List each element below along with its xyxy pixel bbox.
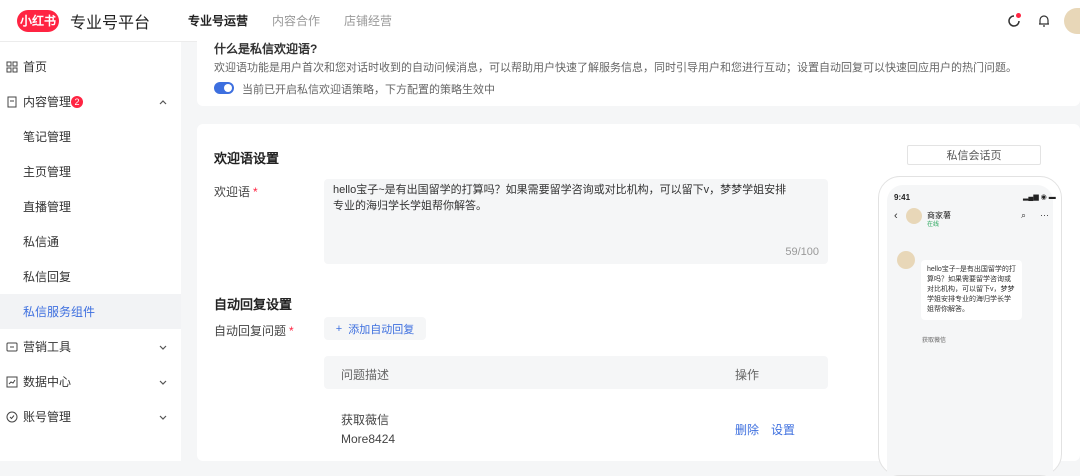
chevron-down-icon [159, 345, 167, 350]
sidebar-item-live[interactable]: 直播管理 [0, 189, 181, 224]
sidebar-item-homepage[interactable]: 主页管理 [0, 154, 181, 189]
chevron-down-icon [159, 415, 167, 420]
info-title: 什么是私信欢迎语? [214, 42, 318, 56]
settings-button[interactable]: 设置 [771, 421, 795, 438]
tab-content-cooperation[interactable]: 内容合作 [272, 12, 320, 29]
auto-reply-label: 自动回复问题 * [214, 324, 294, 338]
welcome-strategy-toggle[interactable] [214, 82, 234, 94]
preview-chip: 获取薇信 [922, 338, 947, 344]
sidebar-item-label: 内容管理 [23, 95, 72, 109]
sidebar-item-label: 笔记管理 [23, 130, 72, 144]
column-question: 问题描述 [341, 368, 390, 382]
bell-icon[interactable] [1034, 11, 1054, 31]
preview-tab-dm-page[interactable]: 私信会话页 [907, 145, 1041, 165]
tab-professional-ops[interactable]: 专业号运营 [188, 12, 248, 29]
sidebar-item-label: 私信服务组件 [23, 305, 96, 319]
chart-icon [6, 376, 18, 387]
sidebar-item-data-center[interactable]: 数据中心 [0, 364, 181, 399]
platform-title: 专业号平台 [70, 14, 151, 32]
sidebar-item-content-management[interactable]: 内容管理 2 [0, 84, 181, 119]
xiaohongshu-logo[interactable]: 小红书 [17, 9, 59, 32]
grid-icon [6, 61, 18, 72]
welcome-label: 欢迎语 * [214, 185, 258, 199]
sidebar-item-label: 直播管理 [23, 200, 72, 214]
sidebar-item-label: 私信通 [23, 235, 60, 249]
auto-reply-section-title: 自动回复设置 [214, 297, 293, 312]
megaphone-icon [6, 342, 18, 351]
tab-store-management[interactable]: 店铺经营 [344, 12, 392, 29]
online-status: 在线 [927, 222, 940, 228]
phone-status-icons: ▂▄▆ ◉ ▬ [1023, 194, 1056, 201]
shield-icon [6, 411, 18, 422]
sidebar-item-marketing-tools[interactable]: 营销工具 [0, 329, 181, 364]
toggle-status-text: 当前已开启私信欢迎语策略，下方配置的策略生效中 [242, 84, 495, 96]
notification-dot-icon[interactable] [1004, 11, 1024, 31]
sidebar-item-label: 主页管理 [23, 165, 72, 179]
welcome-text: hello宝子~是有出国留学的打算吗？如果需要留学咨询或对比机构，可以留下v，梦… [333, 184, 787, 212]
row-answer: More8424 [341, 432, 396, 446]
sidebar-item-label: 数据中心 [23, 375, 72, 389]
sidebar-item-label: 营销工具 [23, 340, 72, 354]
sidebar-item-label: 私信回复 [23, 270, 72, 284]
welcome-textarea[interactable]: hello宝子~是有出国留学的打算吗？如果需要留学咨询或对比机构，可以留下v，梦… [324, 179, 828, 264]
more-icon: ··· [1040, 210, 1049, 220]
sidebar-item-home[interactable]: 首页 [0, 49, 181, 84]
phone-time: 9:41 [894, 193, 911, 202]
plus-icon: + [335, 322, 343, 335]
sidebar-item-account[interactable]: 账号管理 [0, 399, 181, 434]
message-avatar [897, 251, 915, 269]
shop-avatar [906, 208, 922, 224]
sidebar-item-label: 账号管理 [23, 410, 72, 424]
chevron-down-icon [159, 380, 167, 385]
row-question: 获取薇信 [341, 413, 390, 427]
sidebar-item-dm-service-widget[interactable]: 私信服务组件 [0, 294, 181, 329]
search-icon: ⌕ [1021, 210, 1027, 220]
info-description: 欢迎语功能是用户首次和您对话时收到的自动问候消息，可以帮助用户快速了解服务信息，… [214, 62, 1017, 74]
back-arrow-icon: ‹ [894, 210, 898, 222]
add-auto-reply-button[interactable]: + 添加自动回复 [324, 317, 426, 340]
sidebar-item-dm-reply[interactable]: 私信回复 [0, 259, 181, 294]
phone-screen [887, 185, 1053, 475]
sidebar-item-notes[interactable]: 笔记管理 [0, 119, 181, 154]
sidebar-item-dm-tong[interactable]: 私信通 [0, 224, 181, 259]
user-avatar[interactable] [1064, 8, 1080, 34]
sidebar: 首页 内容管理 2 笔记管理 主页管理 直播管理 私信通 私信回复 私信服务组件… [0, 42, 181, 461]
unread-badge: 2 [71, 95, 83, 108]
chevron-up-icon [159, 99, 167, 104]
table-header: 问题描述 操作 [324, 356, 828, 389]
sidebar-item-label: 首页 [23, 60, 48, 74]
top-nav: 专业号运营 内容合作 店铺经营 [188, 12, 392, 29]
char-count: 59/100 [785, 246, 819, 258]
phone-preview [878, 176, 1062, 476]
preview-bubble: hello宝子~是有出国留学的打算吗？如果需要留学咨询或对比机构，可以留下v，梦… [921, 260, 1022, 320]
welcome-section-title: 欢迎语设置 [214, 151, 280, 166]
document-icon [7, 96, 17, 107]
delete-button[interactable]: 删除 [735, 421, 759, 438]
column-actions: 操作 [735, 368, 760, 382]
